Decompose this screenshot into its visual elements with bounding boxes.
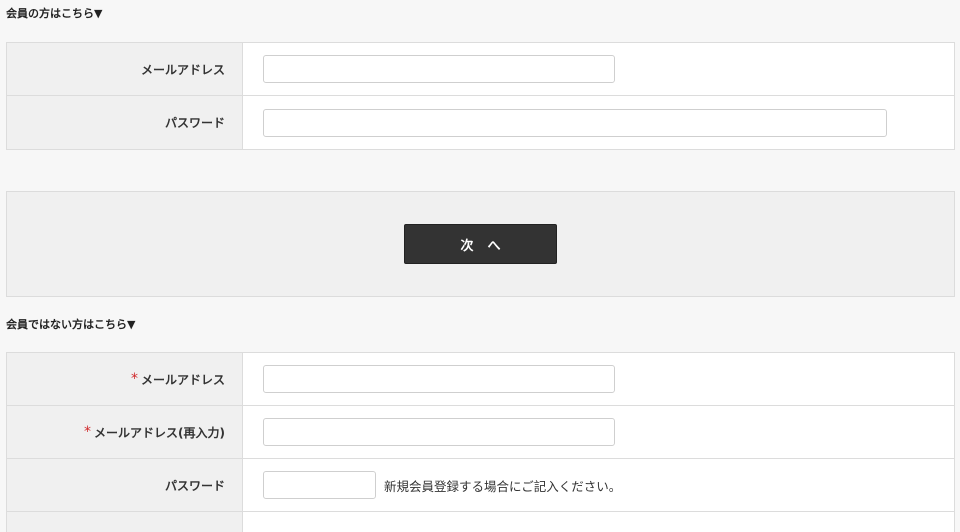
guest-next-row-field [243,512,954,532]
required-mark: * [84,424,92,440]
guest-email-confirm-label: メールアドレス(再入力) [94,425,225,440]
guest-email-field-cell [243,353,954,405]
next-button[interactable]: 次へ [404,224,557,264]
guest-password-label: パスワード [7,459,243,511]
member-password-input[interactable] [263,108,887,137]
guest-email-row: * メールアドレス [7,353,954,406]
guest-email-confirm-field-cell [243,406,954,458]
member-password-label: パスワード [7,96,243,149]
guest-section-title: 会員ではない方はこちら▼ [6,318,136,331]
member-email-input[interactable] [263,55,615,83]
member-section-title: 会員の方はこちら▼ [6,7,103,20]
member-email-field-cell [243,43,954,95]
guest-email-label: メールアドレス [140,372,225,387]
guest-email-confirm-input[interactable] [263,418,615,446]
guest-email-label-cell: * メールアドレス [7,353,243,405]
guest-password-row: パスワード 新規会員登録する場合にご記入ください。 [7,459,954,512]
guest-next-row-partial [7,512,954,532]
member-login-form: メールアドレス パスワード [6,42,955,150]
member-password-field-cell [243,96,954,149]
guest-email-confirm-label-cell: * メールアドレス(再入力) [7,406,243,458]
required-mark: * [130,371,138,387]
guest-password-note: 新規会員登録する場合にご記入ください。 [384,478,622,494]
guest-form: * メールアドレス * メールアドレス(再入力) パスワード 新規会員登録する場… [6,352,955,532]
guest-password-field-cell: 新規会員登録する場合にご記入ください。 [243,459,954,511]
guest-email-input[interactable] [263,365,615,393]
guest-email-confirm-row: * メールアドレス(再入力) [7,406,954,459]
next-button-panel: 次へ [6,191,955,297]
guest-next-row-label [7,512,243,532]
guest-password-input[interactable] [263,471,376,499]
member-password-row: パスワード [7,96,954,149]
member-email-row: メールアドレス [7,43,954,96]
member-email-label: メールアドレス [7,43,243,95]
